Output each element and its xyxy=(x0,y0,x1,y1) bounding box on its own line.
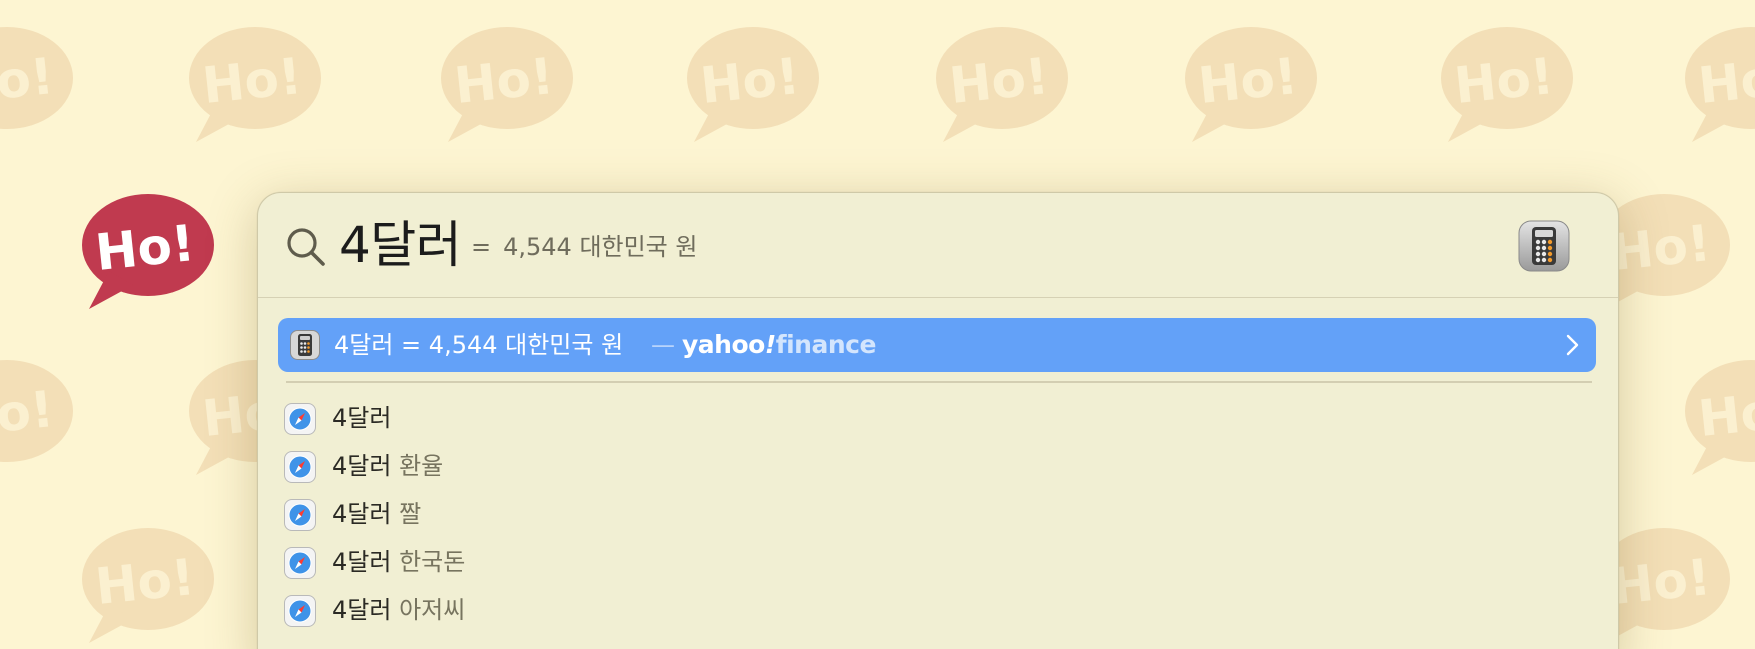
svg-text:Ho!: Ho! xyxy=(1452,47,1557,115)
suggestion-text: 4달러 환율 xyxy=(332,443,443,489)
suggestion-text: 4달러 xyxy=(332,395,391,441)
svg-text:Ho!: Ho! xyxy=(1196,47,1301,115)
suggestion-completion: 아저씨 xyxy=(391,596,466,624)
svg-text:Ho!: Ho! xyxy=(0,380,56,448)
conversion-value: 4,544 대한민국 원 xyxy=(503,233,698,261)
safari-icon xyxy=(284,499,316,531)
suggestion-query: 4달러 xyxy=(332,548,392,576)
top-hit-result[interactable]: 4달러 = 4,544 대한민국 원 — yahoo!finance xyxy=(278,318,1596,372)
spotlight-panel: 4달러 = 4,544 대한민국 원 4달러 = 4,544 대한민국 원 — … xyxy=(257,192,1619,649)
svg-text:Ho!: Ho! xyxy=(93,548,198,616)
ho-logo-decoration: Ho! xyxy=(81,527,215,643)
ho-logo-decoration: Ho! xyxy=(1684,26,1755,142)
svg-text:Ho!: Ho! xyxy=(200,47,305,115)
results-divider xyxy=(286,381,1592,383)
finance-wordmark: finance xyxy=(775,330,877,359)
yahoo-bang: ! xyxy=(764,330,776,359)
svg-text:Ho!: Ho! xyxy=(0,47,56,115)
ho-logo-decoration: Ho! xyxy=(440,26,574,142)
ho-logo-decoration: Ho! xyxy=(935,26,1069,142)
safari-icon xyxy=(284,595,316,627)
inline-conversion-result: = 4,544 대한민국 원 xyxy=(471,229,697,265)
chevron-right-icon xyxy=(1566,334,1579,356)
ho-logo-decoration: Ho! xyxy=(1184,26,1318,142)
suggestion-item[interactable]: 4달러 한국돈 xyxy=(284,539,1584,585)
suggestion-completion: 짤 xyxy=(391,500,422,528)
suggestion-query: 4달러 xyxy=(332,452,392,480)
svg-text:Ho!: Ho! xyxy=(93,214,198,282)
suggestion-completion: 환율 xyxy=(391,452,444,480)
suggestion-completion: 한국돈 xyxy=(391,548,466,576)
calculator-app-icon[interactable] xyxy=(1518,220,1570,272)
ho-logo-decoration: Ho! xyxy=(188,26,322,142)
ho-logo-decoration: Ho! xyxy=(0,26,74,142)
ho-logo-decoration: Ho! xyxy=(1684,359,1755,475)
svg-text:Ho!: Ho! xyxy=(452,47,557,115)
suggestion-item[interactable]: 4달러 짤 xyxy=(284,491,1584,537)
yahoo-finance-logo: yahoo!finance xyxy=(682,318,876,372)
svg-text:Ho!: Ho! xyxy=(698,47,803,115)
suggestion-item[interactable]: 4달러 환율 xyxy=(284,443,1584,489)
suggestion-text: 4달러 한국돈 xyxy=(332,539,465,585)
yahoo-wordmark: yahoo xyxy=(682,330,765,359)
top-hit-separator: — xyxy=(651,331,675,359)
svg-text:Ho!: Ho! xyxy=(1609,548,1714,616)
safari-icon xyxy=(284,451,316,483)
search-icon xyxy=(287,228,325,266)
suggestion-text: 4달러 아저씨 xyxy=(332,587,465,633)
svg-text:Ho!: Ho! xyxy=(1609,214,1714,282)
suggestion-query: 4달러 xyxy=(332,500,392,528)
suggestion-text: 4달러 짤 xyxy=(332,491,421,537)
search-input[interactable]: 4달러 xyxy=(339,213,462,277)
suggestion-query: 4달러 xyxy=(332,404,392,432)
suggestion-item[interactable]: 4달러 xyxy=(284,395,1584,441)
ho-logo-decoration: Ho! xyxy=(686,26,820,142)
safari-icon xyxy=(284,403,316,435)
equals-sign: = xyxy=(471,233,492,261)
svg-text:Ho!: Ho! xyxy=(1696,380,1755,448)
suggestion-item[interactable]: 4달러 아저씨 xyxy=(284,587,1584,633)
ho-logo-accent: Ho! xyxy=(81,193,215,309)
svg-text:Ho!: Ho! xyxy=(947,47,1052,115)
ho-logo-decoration: Ho! xyxy=(0,359,74,475)
top-hit-title: 4달러 = 4,544 대한민국 원 xyxy=(334,331,624,359)
suggestion-query: 4달러 xyxy=(332,596,392,624)
safari-icon xyxy=(284,547,316,579)
calculator-icon xyxy=(290,330,320,360)
search-bar[interactable]: 4달러 = 4,544 대한민국 원 xyxy=(258,193,1618,298)
svg-text:Ho!: Ho! xyxy=(1696,47,1755,115)
ho-logo-decoration: Ho! xyxy=(1440,26,1574,142)
